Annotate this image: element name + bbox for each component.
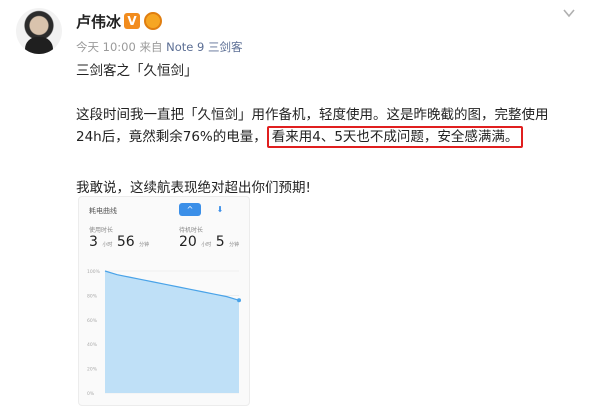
verified-badge-icon: V [124, 13, 140, 29]
y-tick-label: 20% [87, 367, 98, 373]
collapse-button: ^ [179, 203, 201, 216]
battery-screenshot[interactable]: 耗电曲线 ^ ⬇ 使用时长 待机时长 3 小时 56 分钟 20 小时 5 分钟… [78, 196, 250, 406]
y-tick-label: 0% [87, 391, 95, 397]
use-duration-value: 3 小时 56 分钟 [89, 234, 150, 250]
y-tick-label: 60% [87, 318, 98, 324]
medal-icon [144, 12, 162, 30]
post-paragraph-2: 这段时间我一直把「久恒剑」用作备机，轻度使用。这是昨晚截的图，完整使用24h后，… [76, 104, 556, 148]
chevron-down-icon[interactable] [562, 6, 576, 20]
post-time: 今天 10:00 [76, 40, 136, 54]
battery-end-point [237, 298, 241, 303]
standby-duration-value: 20 小时 5 分钟 [179, 234, 240, 250]
chart-title: 耗电曲线 [89, 207, 117, 215]
post-device[interactable]: Note 9 三剑客 [166, 40, 242, 54]
post-line-1: 三剑客之「久恒剑」 [76, 63, 198, 79]
post-from: 来自 [139, 40, 163, 54]
avatar[interactable] [16, 8, 62, 54]
use-duration-label: 使用时长 [89, 227, 114, 234]
post-meta: 今天 10:00 来自 Note 9 三剑客 [76, 39, 242, 55]
standby-duration-label: 待机时长 [179, 227, 204, 234]
y-tick-label: 100% [87, 269, 101, 275]
download-icon: ⬇ [216, 205, 224, 214]
y-tick-label: 40% [87, 342, 98, 348]
avatar-figure [25, 37, 53, 54]
battery-chart: 100% 80% 60% 40% 20% 0% [87, 269, 241, 397]
battery-area [105, 271, 239, 393]
highlighted-text: 看来用4、5天也不成问题，安全感满满。 [266, 126, 524, 148]
y-tick-label: 80% [87, 293, 98, 299]
username[interactable]: 卢伟冰 [76, 11, 121, 32]
